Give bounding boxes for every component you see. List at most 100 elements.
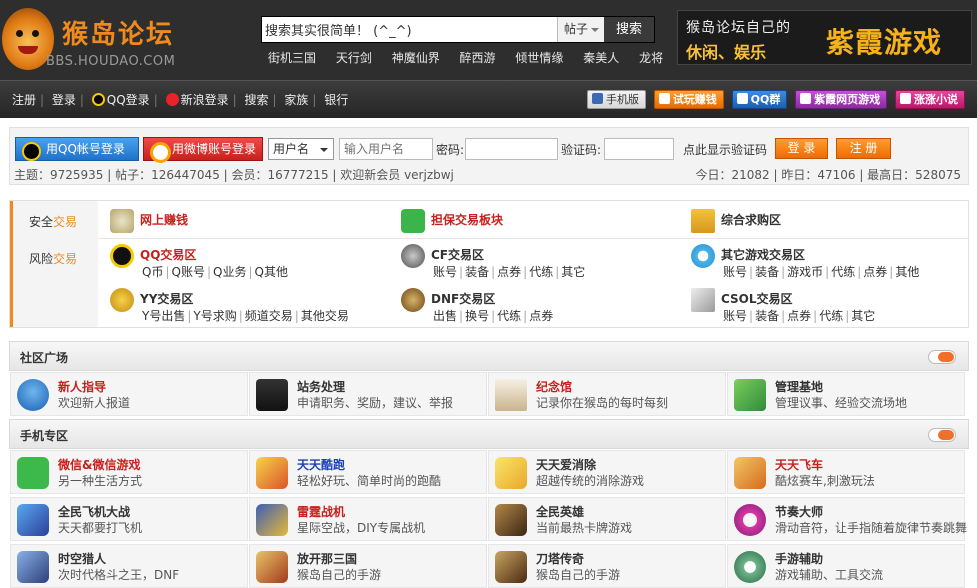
newbie-icon [17,379,49,411]
sublink[interactable]: Y号求购 [191,309,238,323]
sublink[interactable]: 账号 [721,265,749,279]
login-type-select[interactable]: 用户名 [268,138,334,160]
forum-tiantian-feiche[interactable]: 天天飞车 酷炫赛车,刺激玩法 [727,450,965,494]
forum-shouyou-fuzhu[interactable]: 手游辅助 游戏辅助、工具交流 [727,544,965,588]
forum-leiting-zhanji[interactable]: 雷霆战机 星际空战，DIY专属战机 [249,497,487,541]
sublink[interactable]: 代练 [817,309,845,323]
nav-bank[interactable]: 银行 [324,93,348,107]
forum-wechat[interactable]: 微信&微信游戏 另一种生活方式 [10,450,248,494]
username-input[interactable] [339,138,433,160]
sublink[interactable]: 点券 [785,309,813,323]
hot-link[interactable]: 秦美人 [583,51,619,65]
trade-item-title: 担保交易板块 [431,213,504,227]
forum-newbie-guide[interactable]: 新人指导 欢迎新人报道 [10,372,248,416]
safe-trade-label-b: 交易 [53,215,78,229]
sublink[interactable]: 账号 [721,309,749,323]
forum-fangkai-sanguo[interactable]: 放开那三国 猴岛自己的手游 [249,544,487,588]
forum-desc: 猴岛自己的手游 [297,568,382,582]
forum-title: 管理基地 [775,380,824,394]
nav-search[interactable]: 搜索 [244,93,268,107]
forum-quanmin-yingxiong[interactable]: 全民英雄 当前最热卡牌游戏 [488,497,726,541]
sublink[interactable]: Q业务 [211,265,248,279]
hot-link[interactable]: 天行剑 [336,51,372,65]
sublink[interactable]: 其它 [559,265,587,279]
forum-admin-base[interactable]: 管理基地 管理议事、经验交流场地 [727,372,965,416]
safe-trade-label[interactable]: 安全交易 [29,213,77,230]
banner-line2: 休闲、娱乐 [686,43,767,62]
nav-weibo-login[interactable]: 新浪登录 [165,93,229,107]
nav-login[interactable]: 登录 [52,93,76,107]
sublink[interactable]: 出售 [431,309,459,323]
sublink[interactable]: 换号 [463,309,491,323]
forum-tiantian-kupao[interactable]: 天天酷跑 轻松好玩、简单时尚的跑酷 [249,450,487,494]
novel-button[interactable]: 涨涨小说 [895,90,965,109]
risk-trade-label[interactable]: 风险交易 [29,250,77,267]
forum-desc: 超越传统的消除游戏 [536,474,645,488]
try-earn-button[interactable]: 试玩赚钱 [653,90,724,109]
zixia-webgame-button[interactable]: 紫霞网页游戏 [795,90,888,109]
try-earn-label: 试玩赚钱 [672,93,717,106]
sublink[interactable]: 频道交易 [243,309,295,323]
section-collapse-toggle[interactable] [928,428,956,442]
sublink[interactable]: 其他交易 [299,309,351,323]
sublink[interactable]: Y号出售 [140,309,187,323]
captcha-label: 验证码: [561,143,602,157]
hero-game-icon [495,504,527,536]
sublink[interactable]: 代练 [495,309,523,323]
register-button[interactable]: 注 册 [836,138,891,159]
forum-feiji-dazhan[interactable]: 全民飞机大战 天天都要打飞机 [10,497,248,541]
hot-link[interactable]: 醉西游 [460,51,496,65]
sublink[interactable]: 装备 [753,309,781,323]
login-button[interactable]: 登 录 [775,138,828,159]
sublink[interactable]: 装备 [753,265,781,279]
sublink[interactable]: 游戏币 [785,265,825,279]
forum-desc: 当前最热卡牌游戏 [536,521,633,535]
trade-item-title: 其它游戏交易区 [721,248,806,262]
zixia-game-banner[interactable]: 猴岛论坛自己的 休闲、娱乐 紫霞游戏 [677,10,972,65]
sublink[interactable]: 点券 [495,265,523,279]
sublink[interactable]: 其它 [849,309,877,323]
hot-link[interactable]: 神魔仙界 [392,51,440,65]
zixia-webgame-label: 紫霞网页游戏 [814,93,881,106]
hot-link[interactable]: 街机三国 [268,51,316,65]
section-collapse-toggle[interactable] [928,350,956,364]
sublink[interactable]: Q币 [140,265,165,279]
search-type-select[interactable]: 帖子 [557,17,604,42]
sublink[interactable]: 点券 [861,265,889,279]
show-captcha-link[interactable]: 点此显示验证码 [683,141,767,158]
search-input[interactable] [262,17,557,42]
hot-link[interactable]: 龙将 [639,51,663,65]
hot-link[interactable]: 倾世情缘 [515,51,563,65]
daily-stats: 今日：21082 | 昨日：47106 | 最高日：528075 [695,168,961,182]
trade-sublinks: Q币 | Q账号 | Q业务 | Q其他 [140,263,290,280]
forum-memorial[interactable]: 纪念馆 记录你在猴岛的每时每刻 [488,372,726,416]
rhythm-game-icon [734,504,766,536]
nav-qq-login[interactable]: QQ登录 [91,93,150,107]
site-logo[interactable]: 猴岛论坛 BBS.HOUDAO.COM [0,4,190,76]
captcha-input[interactable] [604,138,674,160]
forum-jiezou-dashi[interactable]: 节奏大师 滑动音符，让手指随着旋律节奏跳舞 [727,497,967,541]
password-input[interactable] [465,138,558,160]
sublink[interactable]: 代练 [527,265,555,279]
trade-item-title: YY交易区 [140,292,194,306]
sublink[interactable]: 代练 [829,265,857,279]
sublink[interactable]: 其他 [893,265,921,279]
tools-icon [734,551,766,583]
search-button[interactable]: 搜索 [604,17,654,42]
sublink[interactable]: 装备 [463,265,491,279]
weibo-login-button[interactable]: 用微博账号登录 [143,137,263,163]
nav-family[interactable]: 家族 [284,93,308,107]
forum-shikong-lieren[interactable]: 时空猎人 次时代格斗之王，DNF [10,544,248,588]
nav-register[interactable]: 注册 [12,93,36,107]
sublink[interactable]: 账号 [431,265,459,279]
sublink[interactable]: 点券 [527,309,555,323]
sublink[interactable]: Q账号 [170,265,207,279]
sublink[interactable]: Q其他 [253,265,290,279]
qq-group-button[interactable]: QQ群 [731,90,788,109]
forum-tiantian-xiaochu[interactable]: 天天爱消除 超越传统的消除游戏 [488,450,726,494]
qq-login-button[interactable]: 用QQ帐号登录 [15,137,139,161]
forum-daota-chuanqi[interactable]: 刀塔传奇 猴岛自己的手游 [488,544,726,588]
mobile-version-button[interactable]: 手机版 [586,90,646,109]
forum-site-affairs[interactable]: 站务处理 申请职务、奖励，建议、举报 [249,372,487,416]
map-pin-icon [734,379,766,411]
